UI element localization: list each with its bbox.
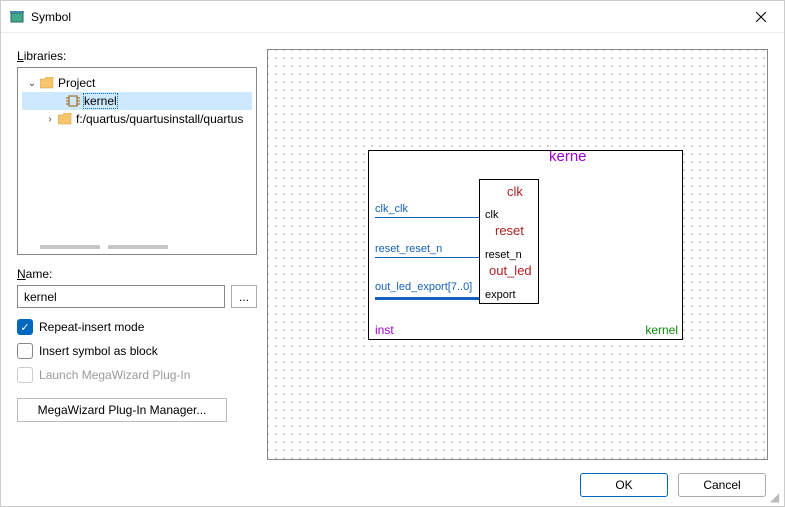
- instance-label: inst: [375, 323, 394, 337]
- folder-icon: [58, 112, 72, 126]
- ok-button[interactable]: OK: [580, 473, 668, 497]
- folder-icon: [40, 76, 54, 90]
- tree-item-label: f:/quartus/quartusinstall/quartus: [76, 112, 243, 126]
- symbol-title: kerne: [549, 148, 587, 165]
- launch-megawizard-checkbox: Launch MegaWizard Plug-In: [17, 366, 257, 384]
- titlebar: Symbol: [1, 1, 784, 33]
- section-label-reset: reset: [495, 223, 524, 238]
- checkbox-icon: [17, 367, 33, 383]
- symbol-body[interactable]: kerne clk clk_clk clk reset reset_reset_…: [368, 150, 683, 340]
- megawizard-manager-button[interactable]: MegaWizard Plug-In Manager...: [17, 398, 227, 422]
- port-wire: [375, 297, 479, 300]
- port-pin: reset_n: [485, 249, 535, 261]
- close-button[interactable]: [738, 1, 784, 33]
- dialog-footer: OK Cancel ◢: [1, 464, 784, 506]
- repeat-insert-checkbox[interactable]: ✓ Repeat-insert mode: [17, 318, 257, 336]
- section-label-out-led: out_led: [489, 263, 532, 278]
- component-label: kernel: [645, 323, 678, 337]
- tree-item-project[interactable]: ⌄ Project: [22, 74, 252, 92]
- name-label: Name:: [17, 267, 257, 281]
- name-input[interactable]: [17, 285, 225, 308]
- close-icon: [756, 12, 766, 22]
- port-pin: clk: [485, 209, 498, 221]
- app-icon: [9, 9, 25, 25]
- port-caption: clk_clk: [375, 203, 408, 215]
- checkbox-icon: [17, 343, 33, 359]
- libraries-label: Libraries:: [17, 49, 257, 63]
- insert-block-checkbox[interactable]: Insert symbol as block: [17, 342, 257, 360]
- launch-megawizard-label: aunch MegaWizard Plug-In: [46, 368, 191, 382]
- tree-item-label: Project: [58, 76, 95, 90]
- component-icon: [66, 94, 80, 108]
- horizontal-scrollbar[interactable]: [20, 242, 254, 252]
- symbol-preview[interactable]: kerne clk clk_clk clk reset reset_reset_…: [267, 49, 768, 460]
- port-wire: [375, 257, 479, 258]
- cancel-button[interactable]: Cancel: [678, 473, 766, 497]
- browse-button[interactable]: ...: [231, 285, 257, 308]
- left-panel: Libraries: ⌄ Project kernel: [17, 49, 257, 460]
- libraries-tree[interactable]: ⌄ Project kernel ›: [17, 67, 257, 255]
- insert-block-label: nsert symbol as block: [42, 344, 157, 358]
- tree-item-kernel[interactable]: kernel: [22, 92, 252, 110]
- port-caption: reset_reset_n: [375, 243, 442, 255]
- port-wire: [375, 217, 479, 218]
- checkbox-icon: ✓: [17, 319, 33, 335]
- chevron-down-icon[interactable]: ⌄: [26, 78, 38, 89]
- chevron-right-icon[interactable]: ›: [44, 114, 56, 125]
- port-pin: export: [485, 289, 535, 301]
- section-label-clk: clk: [507, 184, 523, 199]
- port-caption: out_led_export[7..0]: [375, 281, 472, 293]
- repeat-insert-label: epeat-insert mode: [48, 320, 145, 334]
- tree-item-quartus-lib[interactable]: › f:/quartus/quartusinstall/quartus: [22, 110, 252, 128]
- tree-item-label: kernel: [84, 94, 117, 108]
- resize-grip[interactable]: ◢: [770, 492, 782, 504]
- window-title: Symbol: [31, 10, 71, 24]
